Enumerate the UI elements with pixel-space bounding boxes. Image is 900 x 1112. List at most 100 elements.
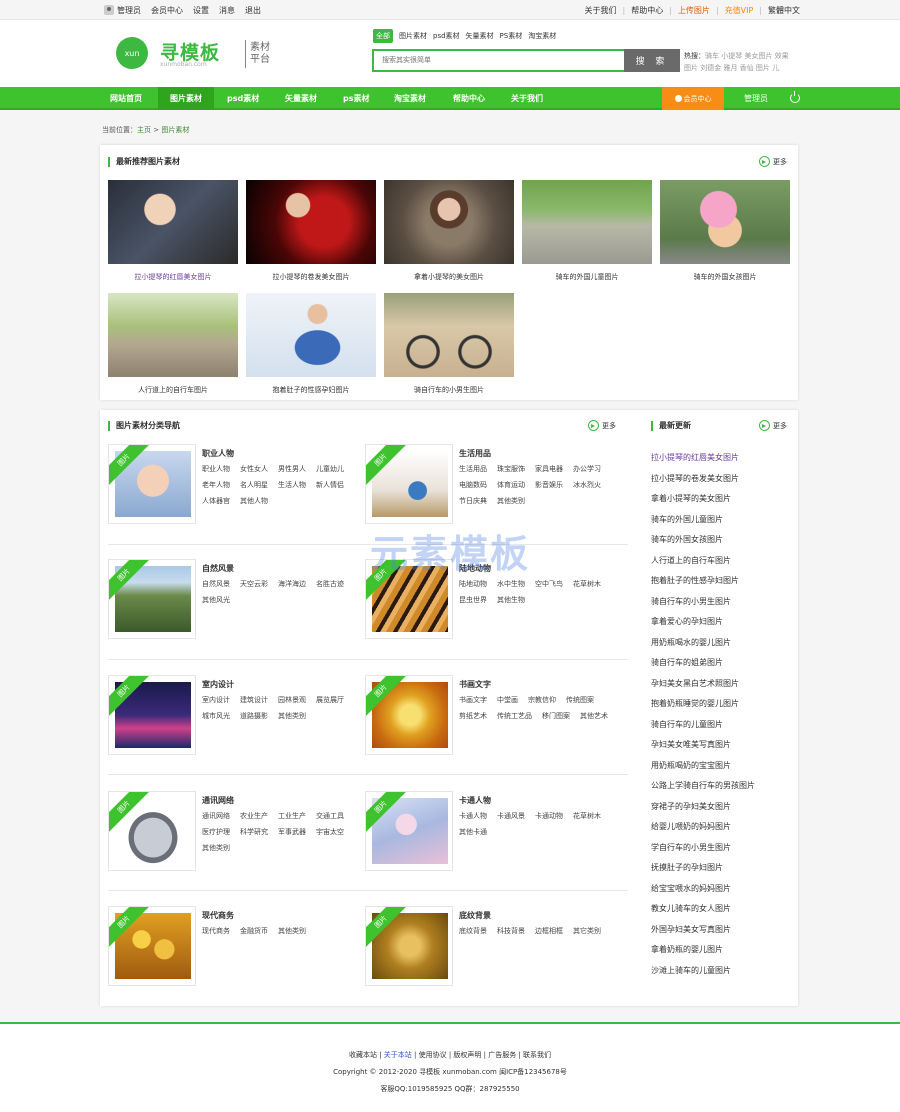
- nav-about[interactable]: 关于我们: [511, 87, 543, 110]
- category-tag[interactable]: 科学研究: [240, 827, 268, 837]
- thumb-card[interactable]: 抱着肚子的性感孕妇图片: [246, 293, 376, 395]
- category-tag[interactable]: 家具电器: [535, 464, 563, 474]
- settings-link[interactable]: 设置: [193, 5, 209, 16]
- thumb-image[interactable]: [522, 180, 652, 264]
- category-tag[interactable]: 影音娱乐: [535, 480, 563, 490]
- category-tag[interactable]: 卡通风景: [497, 811, 525, 821]
- thumb-image[interactable]: [108, 293, 238, 377]
- logo-icon[interactable]: xun: [116, 37, 148, 69]
- about-link[interactable]: 关于我们: [585, 5, 617, 16]
- category-tag[interactable]: 新人情侣: [316, 480, 344, 490]
- category-tag[interactable]: 生活用品: [459, 464, 487, 474]
- category-tag[interactable]: 其他艺术: [580, 711, 608, 721]
- category-image[interactable]: 图片: [108, 791, 196, 871]
- category-tag[interactable]: 儿童幼儿: [316, 464, 344, 474]
- category-tag[interactable]: 医疗护理: [202, 827, 230, 837]
- search-tab-psd[interactable]: psd素材: [433, 31, 460, 41]
- thumb-caption[interactable]: 骑车的外国儿童图片: [522, 272, 652, 282]
- search-tab-images[interactable]: 图片素材: [399, 31, 427, 41]
- category-tag[interactable]: 陆地动物: [459, 579, 487, 589]
- category-tag[interactable]: 金融货币: [240, 926, 268, 936]
- category-tag[interactable]: 花草树木: [573, 811, 601, 821]
- category-tag[interactable]: 军事武器: [278, 827, 306, 837]
- category-tag[interactable]: 科技背景: [497, 926, 525, 936]
- latest-more[interactable]: 更多: [759, 420, 787, 431]
- category-tag[interactable]: 其他风光: [202, 595, 230, 605]
- category-tag[interactable]: 其他人物: [240, 496, 268, 506]
- footer-link-about[interactable]: 关于本站: [384, 1051, 412, 1059]
- category-name[interactable]: 通讯网络: [202, 795, 234, 806]
- footer-link-copyright[interactable]: 版权声明: [453, 1051, 481, 1059]
- nav-vector[interactable]: 矢量素材: [285, 87, 317, 110]
- nav-taobao[interactable]: 淘宝素材: [394, 87, 426, 110]
- category-tag[interactable]: 海洋海边: [278, 579, 306, 589]
- search-tab-ps[interactable]: PS素材: [500, 31, 523, 41]
- recommend-more[interactable]: 更多: [759, 156, 787, 167]
- category-tag[interactable]: 工业生产: [278, 811, 306, 821]
- member-center-link[interactable]: 会员中心: [151, 5, 183, 16]
- thumb-card[interactable]: 骑车的外国女孩图片: [660, 180, 790, 282]
- category-tag[interactable]: 边框相框: [535, 926, 563, 936]
- category-more[interactable]: 更多: [588, 420, 616, 431]
- latest-item[interactable]: 学自行车的小男生图片: [651, 838, 755, 859]
- category-tag[interactable]: 自然风景: [202, 579, 230, 589]
- category-name[interactable]: 职业人物: [202, 448, 234, 459]
- thumb-caption[interactable]: 骑自行车的小男生图片: [384, 385, 514, 395]
- upload-link[interactable]: 上传图片: [678, 5, 710, 16]
- category-name[interactable]: 现代商务: [202, 910, 234, 921]
- thumb-image[interactable]: [384, 180, 514, 264]
- latest-item[interactable]: 拉小提琴的卷发美女图片: [651, 469, 755, 490]
- category-tag[interactable]: 其他类别: [278, 926, 306, 936]
- latest-item[interactable]: 抱着肚子的性感孕妇图片: [651, 571, 755, 592]
- category-image[interactable]: 图片: [365, 791, 453, 871]
- category-image[interactable]: 图片: [365, 675, 453, 755]
- category-image[interactable]: 图片: [108, 444, 196, 524]
- category-name[interactable]: 室内设计: [202, 679, 234, 690]
- search-tab-vector[interactable]: 矢量素材: [466, 31, 494, 41]
- footer-link-ads[interactable]: 广告服务: [488, 1051, 516, 1059]
- thumb-card[interactable]: 人行道上的自行车图片: [108, 293, 238, 395]
- latest-item[interactable]: 公路上学骑自行车的男孩图片: [651, 776, 755, 797]
- category-image[interactable]: 图片: [365, 906, 453, 986]
- latest-item[interactable]: 拉小提琴的红唇美女图片: [651, 448, 755, 469]
- thumb-caption[interactable]: 拉小提琴的红唇美女图片: [108, 272, 238, 282]
- category-tag[interactable]: 园林景观: [278, 695, 306, 705]
- category-tag[interactable]: 传统工艺品: [497, 711, 532, 721]
- latest-item[interactable]: 教女儿骑车的女人图片: [651, 899, 755, 920]
- category-tag[interactable]: 通讯网络: [202, 811, 230, 821]
- search-input[interactable]: [382, 56, 622, 64]
- category-tag[interactable]: 室内设计: [202, 695, 230, 705]
- category-tag[interactable]: 珠宝服饰: [497, 464, 525, 474]
- thumb-caption[interactable]: 拉小提琴的卷发美女图片: [246, 272, 376, 282]
- category-tag[interactable]: 移门图案: [542, 711, 570, 721]
- latest-item[interactable]: 拿着爱心的孕妇图片: [651, 612, 755, 633]
- category-tag[interactable]: 宇宙太空: [316, 827, 344, 837]
- thumb-caption[interactable]: 骑车的外国女孩图片: [660, 272, 790, 282]
- latest-item[interactable]: 拿着小提琴的美女图片: [651, 489, 755, 510]
- thumb-card[interactable]: 骑自行车的小男生图片: [384, 293, 514, 395]
- category-tag[interactable]: 男性男人: [278, 464, 306, 474]
- category-tag[interactable]: 中堂画: [497, 695, 518, 705]
- footer-link-terms[interactable]: 使用协议: [419, 1051, 447, 1059]
- search-tab-all[interactable]: 全部: [373, 29, 393, 43]
- vip-link[interactable]: 充值VIP: [725, 5, 754, 16]
- thumb-card[interactable]: 骑车的外国儿童图片: [522, 180, 652, 282]
- breadcrumb-home[interactable]: 主页: [137, 126, 151, 134]
- category-tag[interactable]: 卡通动物: [535, 811, 563, 821]
- footer-link-bookmark[interactable]: 收藏本站: [349, 1051, 377, 1059]
- thumb-image[interactable]: [660, 180, 790, 264]
- latest-item[interactable]: 外国孕妇美女写真图片: [651, 920, 755, 941]
- category-tag[interactable]: 底纹背景: [459, 926, 487, 936]
- thumb-image[interactable]: [246, 293, 376, 377]
- nav-ps[interactable]: ps素材: [343, 87, 370, 110]
- category-tag[interactable]: 空中飞鸟: [535, 579, 563, 589]
- category-tag[interactable]: 其他生物: [497, 595, 525, 605]
- category-tag[interactable]: 宗教信仰: [528, 695, 556, 705]
- category-tag[interactable]: 建筑设计: [240, 695, 268, 705]
- nav-psd[interactable]: psd素材: [227, 87, 259, 110]
- thumb-image[interactable]: [384, 293, 514, 377]
- category-tag[interactable]: 老年人物: [202, 480, 230, 490]
- search-tab-taobao[interactable]: 淘宝素材: [528, 31, 556, 41]
- thumb-caption[interactable]: 人行道上的自行车图片: [108, 385, 238, 395]
- category-name[interactable]: 卡通人物: [459, 795, 491, 806]
